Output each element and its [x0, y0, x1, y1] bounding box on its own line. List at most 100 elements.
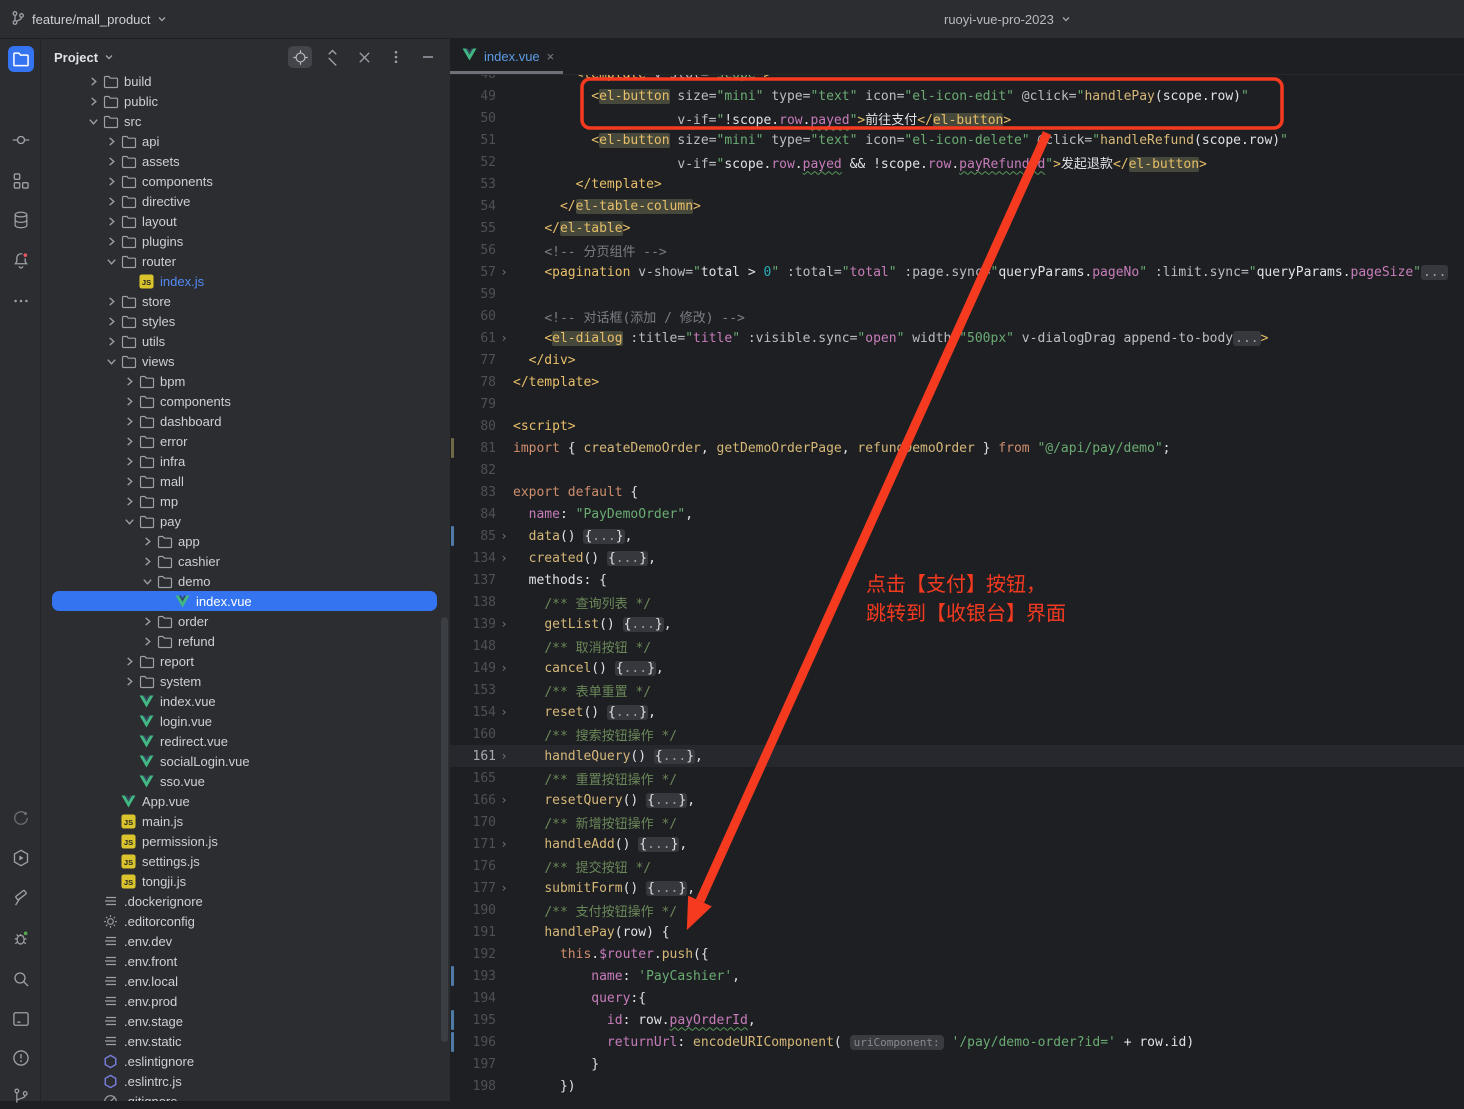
tree-item-socialLogin.vue[interactable]: socialLogin.vue [41, 751, 450, 771]
chevron-right-icon[interactable] [121, 394, 138, 408]
project-panel-title[interactable]: Project [54, 50, 114, 65]
tree-item-app[interactable]: app [41, 531, 450, 551]
folded-code-chip[interactable]: {...} [623, 617, 664, 632]
chevron-down-icon[interactable] [85, 114, 102, 128]
folded-code-chip[interactable]: {...} [607, 551, 648, 566]
tree-item-.eslintignore[interactable]: .eslintignore [41, 1051, 450, 1071]
commit-icon[interactable] [8, 127, 34, 153]
fold-arrow-icon[interactable]: › [496, 551, 512, 565]
tree-item-assets[interactable]: assets [41, 151, 450, 171]
chevron-down-icon[interactable] [103, 254, 120, 268]
fold-arrow-icon[interactable]: › [496, 837, 512, 851]
tree-item-order[interactable]: order [41, 611, 450, 631]
project-selector[interactable]: ruoyi-vue-pro-2023 [944, 0, 1071, 38]
tree-item-index.vue[interactable]: index.vue [41, 691, 450, 711]
chevron-right-icon[interactable] [139, 614, 156, 628]
tree-item-.env.local[interactable]: .env.local [41, 971, 450, 991]
tree-item-api[interactable]: api [41, 131, 450, 151]
chevron-right-icon[interactable] [121, 434, 138, 448]
tree-item-main.js[interactable]: JSmain.js [41, 811, 450, 831]
chevron-right-icon[interactable] [121, 414, 138, 428]
tree-item-permission.js[interactable]: JSpermission.js [41, 831, 450, 851]
tree-item-tongji.js[interactable]: JStongji.js [41, 871, 450, 891]
chevron-down-icon[interactable] [121, 514, 138, 528]
tree-item-infra[interactable]: infra [41, 451, 450, 471]
fold-arrow-icon[interactable]: › [496, 265, 512, 279]
notifications-icon[interactable] [8, 247, 34, 273]
tab-index-vue[interactable]: index.vue × [450, 39, 566, 74]
tree-item-pay[interactable]: pay [41, 511, 450, 531]
chevron-down-icon[interactable] [103, 354, 120, 368]
tree-item-layout[interactable]: layout [41, 211, 450, 231]
chevron-down-icon[interactable] [139, 574, 156, 588]
chevron-right-icon[interactable] [85, 94, 102, 108]
gradle-icon[interactable] [8, 805, 34, 831]
folded-code-chip[interactable]: {...} [646, 881, 687, 896]
tree-item-public[interactable]: public [41, 91, 450, 111]
tree-item-cashier[interactable]: cashier [41, 551, 450, 571]
chevron-right-icon[interactable] [103, 174, 120, 188]
structure-icon[interactable] [8, 168, 34, 194]
folded-code-chip[interactable]: ... [1421, 265, 1448, 280]
chevron-right-icon[interactable] [121, 374, 138, 388]
tree-item-.env.stage[interactable]: .env.stage [41, 1011, 450, 1031]
chevron-right-icon[interactable] [103, 334, 120, 348]
tree-item-plugins[interactable]: plugins [41, 231, 450, 251]
folded-code-chip[interactable]: {...} [607, 705, 648, 720]
problems-icon[interactable] [8, 1045, 34, 1071]
services-icon[interactable] [8, 845, 34, 871]
chevron-right-icon[interactable] [139, 534, 156, 548]
fold-arrow-icon[interactable]: › [496, 881, 512, 895]
project-folder-icon[interactable] [8, 46, 34, 72]
tree-item-components[interactable]: components [41, 171, 450, 191]
tree-item-src[interactable]: src [41, 111, 450, 131]
locate-file-button[interactable] [288, 46, 312, 68]
chevron-right-icon[interactable] [85, 74, 102, 88]
tree-item-components[interactable]: components [41, 391, 450, 411]
tree-item-styles[interactable]: styles [41, 311, 450, 331]
tree-item-refund[interactable]: refund [41, 631, 450, 651]
tree-item-mall[interactable]: mall [41, 471, 450, 491]
chevron-right-icon[interactable] [103, 134, 120, 148]
version-control-icon[interactable] [8, 1083, 34, 1109]
tree-item-login.vue[interactable]: login.vue [41, 711, 450, 731]
tree-item-utils[interactable]: utils [41, 331, 450, 351]
tree-item-settings.js[interactable]: JSsettings.js [41, 851, 450, 871]
chevron-right-icon[interactable] [121, 494, 138, 508]
chevron-right-icon[interactable] [121, 654, 138, 668]
folded-code-chip[interactable]: ... [1233, 331, 1260, 346]
search-icon[interactable] [8, 966, 34, 992]
collapse-all-button[interactable] [352, 46, 376, 68]
project-tree-scrollbar[interactable] [441, 617, 448, 1042]
hide-panel-button[interactable] [416, 46, 440, 68]
database-icon[interactable] [8, 207, 34, 233]
fold-arrow-icon[interactable]: › [496, 529, 512, 543]
tree-item-App.vue[interactable]: App.vue [41, 791, 450, 811]
fold-arrow-icon[interactable]: › [496, 705, 512, 719]
fold-arrow-icon[interactable]: › [496, 661, 512, 675]
tree-item-.gitignore[interactable]: .gitignore [41, 1091, 450, 1101]
terminal-icon[interactable] [8, 1006, 34, 1032]
folded-code-chip[interactable]: {...} [654, 749, 695, 764]
folded-code-chip[interactable]: {...} [638, 837, 679, 852]
chevron-right-icon[interactable] [103, 154, 120, 168]
tree-item-views[interactable]: views [41, 351, 450, 371]
folded-code-chip[interactable]: {...} [646, 793, 687, 808]
tree-item-.env.front[interactable]: .env.front [41, 951, 450, 971]
tree-item-directive[interactable]: directive [41, 191, 450, 211]
fold-arrow-icon[interactable]: › [496, 331, 512, 345]
chevron-right-icon[interactable] [139, 634, 156, 648]
tree-item-sso.vue[interactable]: sso.vue [41, 771, 450, 791]
tree-item-.dockerignore[interactable]: .dockerignore [41, 891, 450, 911]
tree-item-.env.static[interactable]: .env.static [41, 1031, 450, 1051]
tree-item-report[interactable]: report [41, 651, 450, 671]
build-icon[interactable] [8, 885, 34, 911]
chevron-right-icon[interactable] [121, 474, 138, 488]
fold-arrow-icon[interactable]: › [496, 793, 512, 807]
chevron-right-icon[interactable] [121, 674, 138, 688]
tree-item-dashboard[interactable]: dashboard [41, 411, 450, 431]
chevron-right-icon[interactable] [103, 194, 120, 208]
folded-code-chip[interactable]: {...} [583, 529, 624, 544]
expand-all-button[interactable] [320, 46, 344, 68]
chevron-right-icon[interactable] [103, 314, 120, 328]
